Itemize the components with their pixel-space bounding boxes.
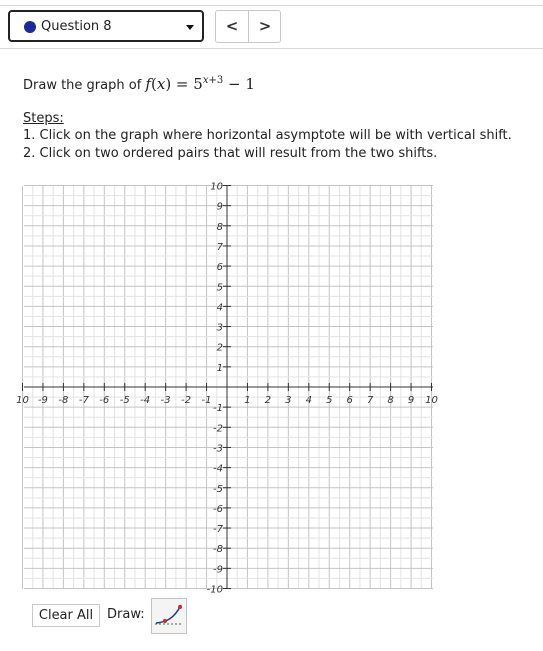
x-tick-label: -9 xyxy=(38,395,48,406)
y-tick-label: -10 xyxy=(207,585,223,596)
x-tick-label: 10 xyxy=(16,395,29,406)
x-tick-label: -7 xyxy=(79,395,90,406)
y-tick-label: -1 xyxy=(213,403,223,414)
x-tick-label: 10 xyxy=(425,395,438,406)
x-tick-label: 4 xyxy=(306,395,312,406)
x-tick-label: -4 xyxy=(140,395,150,406)
y-tick-label: -6 xyxy=(213,504,223,515)
y-tick-label: -3 xyxy=(213,443,223,454)
y-tick-label: 1 xyxy=(217,363,223,374)
x-tick-label: -8 xyxy=(58,395,68,406)
y-tick-label: -7 xyxy=(213,524,224,535)
y-tick-label: -4 xyxy=(213,464,223,475)
x-tick-label: 7 xyxy=(367,395,374,406)
y-tick-label: 10 xyxy=(210,182,223,193)
x-tick-label: 9 xyxy=(408,395,414,406)
clear-all-button[interactable]: Clear All xyxy=(32,604,100,627)
x-tick-label: 1 xyxy=(244,395,250,406)
x-tick-label: 3 xyxy=(285,395,291,406)
y-tick-label: -2 xyxy=(213,423,223,434)
y-tick-label: 7 xyxy=(217,242,224,253)
x-tick-label: -2 xyxy=(181,395,191,406)
y-tick-label: 4 xyxy=(217,302,223,313)
coordinate-graph[interactable]: 10 -9 -8 -7 -6 -5 -4 -3 -2 -1 1 2 3 4 5 6 7 8 9 10 10 9 8 7 6 5 4 3… xyxy=(0,0,543,600)
x-tick-label: 6 xyxy=(347,395,353,406)
y-tick-label: 8 xyxy=(217,222,223,233)
x-tick-label: 5 xyxy=(326,395,332,406)
x-tick-label: -5 xyxy=(120,395,130,406)
x-tick-label: 8 xyxy=(387,395,393,406)
y-tick-label: -9 xyxy=(213,564,223,575)
x-tick-label: -1 xyxy=(202,395,212,406)
y-tick-label: -8 xyxy=(213,544,223,555)
x-tick-label: -3 xyxy=(161,395,171,406)
y-tick-label: 6 xyxy=(217,262,223,273)
y-tick-label: 9 xyxy=(217,202,223,213)
x-tick-label: 2 xyxy=(265,395,271,406)
y-tick-label: 2 xyxy=(217,343,223,354)
draw-label: Draw: xyxy=(107,607,145,622)
y-tick-label: 3 xyxy=(217,323,223,334)
exponential-curve-icon[interactable] xyxy=(151,598,187,634)
y-tick-label: -5 xyxy=(213,484,223,495)
y-tick-label: 5 xyxy=(217,282,223,293)
x-tick-label: -6 xyxy=(99,395,109,406)
